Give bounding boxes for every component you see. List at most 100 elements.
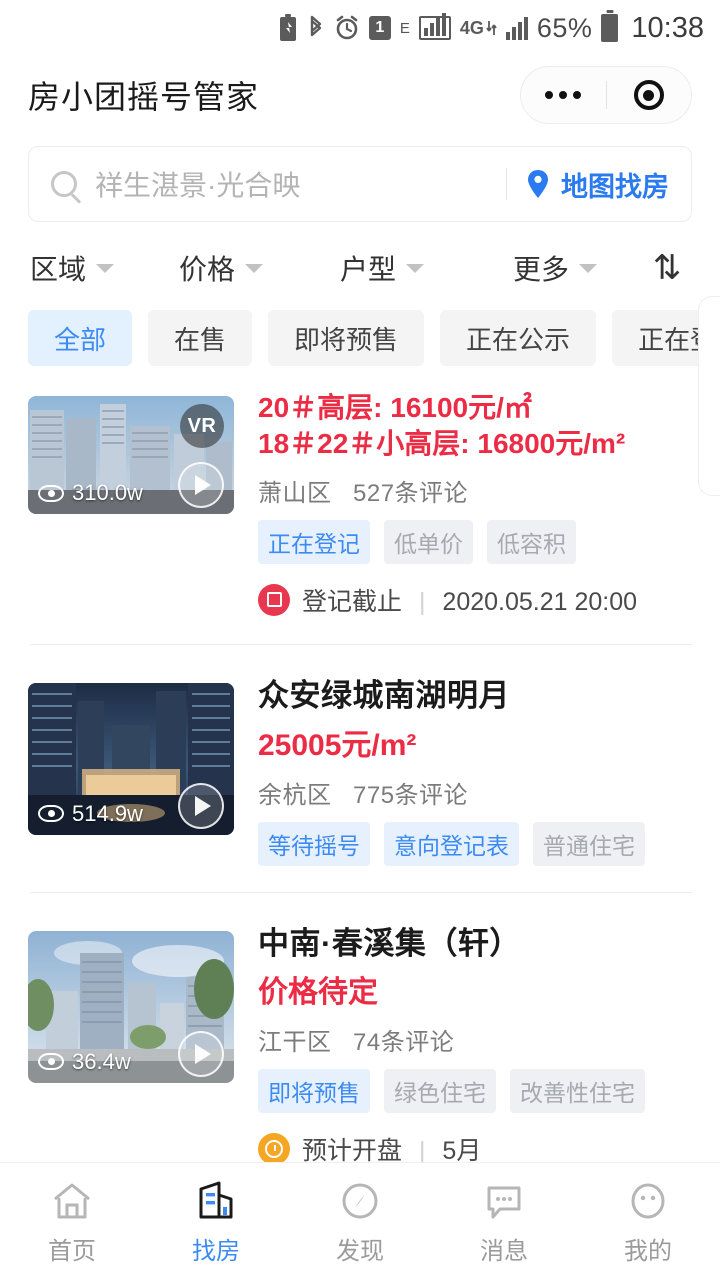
filter-more-label: 更多	[513, 254, 570, 285]
search-icon	[51, 171, 77, 197]
listing-price: 价格待定	[258, 976, 378, 1010]
tab-discover-label: 发现	[336, 1238, 384, 1265]
battery-saver-icon	[278, 14, 298, 42]
filter-bar: 区域 价格 户型 更多 ⇅	[0, 222, 720, 310]
page-title: 房小团摇号管家	[28, 79, 260, 115]
tab-discover[interactable]: 发现	[288, 1177, 432, 1266]
listing-price-line-1: 20＃高层: 16100元/㎡	[258, 392, 532, 423]
vr-badge[interactable]: VR	[180, 404, 224, 448]
sort-updown-icon[interactable]: ⇅	[638, 248, 696, 288]
listing-thumbnail[interactable]: 36.4w	[28, 930, 234, 1083]
tab-profile[interactable]: 我的	[576, 1177, 720, 1266]
filter-price[interactable]: 价格	[155, 248, 304, 288]
listing-name: 中南·春溪集（轩）	[258, 925, 521, 961]
filter-region-label: 区域	[30, 254, 87, 285]
listing-tag-row: 即将预售 绿色住宅 改善性住宅	[258, 1069, 692, 1114]
ellipsis-icon	[545, 91, 582, 99]
chip-publicizing[interactable]: 正在公示	[440, 310, 597, 366]
chip-presale-soon[interactable]: 即将预售	[268, 310, 425, 366]
registration-deadline-icon	[258, 583, 290, 616]
list-item[interactable]: 36.4w 中南·春溪集（轩） 价格待定 江干区 74条评论 即将预售 绿色住宅…	[0, 919, 720, 1168]
app-screen: 1 E 4G 65% 10:38 房小团摇号管家 祥生湛景·光合映 地图找房 区…	[0, 0, 720, 1280]
home-icon	[51, 1177, 93, 1221]
tab-home-label: 首页	[48, 1238, 96, 1265]
search-bar[interactable]: 祥生湛景·光合映 地图找房	[28, 146, 692, 222]
listing-note-text: 登记截止 | 2020.05.21 20:00	[302, 587, 638, 616]
list-item[interactable]: VR 310.0w 20＃高层: 16100元/㎡ 18＃22＃小高层: 168…	[0, 384, 720, 618]
filter-layout[interactable]: 户型	[304, 248, 465, 288]
chip-on-sale[interactable]: 在售	[148, 310, 253, 366]
listing-tag-row: 等待摇号 意向登记表 普通住宅	[258, 821, 692, 866]
tab-profile-label: 我的	[624, 1238, 672, 1265]
view-count-label: 36.4w	[72, 1048, 131, 1074]
listing-info: 20＃高层: 16100元/㎡ 18＃22＃小高层: 16800元/m² 萧山区…	[234, 390, 692, 618]
bluetooth-icon	[307, 14, 325, 42]
chevron-down-icon	[245, 263, 264, 273]
eye-icon	[38, 484, 64, 502]
profile-icon	[628, 1177, 668, 1221]
sim1-icon: 1	[368, 16, 391, 40]
view-count-label: 310.0w	[72, 480, 143, 505]
tab-messages-label: 消息	[480, 1238, 528, 1265]
tab-find-house[interactable]: 找房	[144, 1177, 288, 1266]
app-header: 房小团摇号管家	[0, 56, 720, 134]
chip-all[interactable]: 全部	[28, 310, 133, 366]
listing-district: 江干区	[258, 1029, 332, 1057]
expected-opening-icon	[258, 1133, 290, 1166]
alarm-icon	[334, 15, 360, 41]
listing-thumbnail[interactable]: 514.9w	[28, 682, 234, 835]
miniprogram-capsule	[520, 66, 692, 124]
tab-messages[interactable]: 消息	[432, 1177, 576, 1266]
e-network-icon: E	[399, 19, 410, 37]
listing-meta: 江干区 74条评论	[258, 1022, 692, 1057]
list-divider	[30, 643, 692, 645]
4g-icon: 4G	[460, 17, 497, 39]
tab-home[interactable]: 首页	[0, 1177, 144, 1266]
listing-district: 萧山区	[258, 479, 332, 507]
listing-tag: 绿色住宅	[384, 1069, 496, 1114]
status-badge: 等待摇号	[258, 821, 370, 866]
map-search-button[interactable]: 地图找房	[525, 165, 669, 204]
map-pin-icon	[525, 169, 551, 199]
listing-tag: 改善性住宅	[510, 1069, 645, 1114]
tab-find-house-label: 找房	[192, 1238, 240, 1265]
listing-meta: 萧山区 527条评论	[258, 473, 692, 508]
eye-icon	[38, 1053, 64, 1071]
more-menu-button[interactable]	[521, 91, 606, 99]
list-divider	[30, 891, 692, 893]
battery-percent-label: 65%	[536, 12, 593, 43]
listing-note-label: 登记截止	[302, 587, 403, 616]
clock-label: 10:38	[631, 11, 704, 44]
listing-meta: 余杭区 775条评论	[258, 775, 692, 810]
list-item[interactable]: 514.9w 众安绿城南湖明月 25005元/m² 余杭区 775条评论 等待摇…	[0, 671, 720, 866]
search-section: 祥生湛景·光合映 地图找房	[0, 134, 720, 222]
view-count: 310.0w	[38, 480, 143, 506]
listing-price: 25005元/m²	[258, 728, 417, 762]
status-bar: 1 E 4G 65% 10:38	[0, 0, 720, 56]
view-count: 514.9w	[38, 801, 143, 827]
building-search-icon	[195, 1177, 237, 1221]
listing-comments: 527条评论	[353, 479, 469, 507]
search-input[interactable]: 祥生湛景·光合映	[95, 164, 488, 204]
play-button[interactable]	[178, 462, 224, 508]
filter-more[interactable]: 更多	[465, 248, 638, 288]
chevron-down-icon	[579, 263, 598, 273]
filter-layout-label: 户型	[340, 254, 397, 285]
listing-district: 余杭区	[258, 781, 332, 809]
filter-region[interactable]: 区域	[24, 248, 155, 288]
search-divider	[506, 168, 507, 200]
listing-note-value: 2020.05.21 20:00	[442, 587, 638, 616]
listing-list: VR 310.0w 20＃高层: 16100元/㎡ 18＃22＃小高层: 168…	[0, 384, 720, 1195]
status-badge: 正在登记	[258, 519, 370, 564]
play-button[interactable]	[178, 782, 224, 829]
view-count: 36.4w	[38, 1049, 131, 1075]
listing-tag: 普通住宅	[533, 821, 645, 866]
battery-icon	[601, 14, 619, 42]
filter-price-label: 价格	[179, 254, 236, 285]
compass-icon	[340, 1177, 380, 1221]
close-miniprogram-button[interactable]	[607, 80, 692, 110]
play-button[interactable]	[178, 1030, 224, 1077]
listing-tag: 低单价	[384, 519, 473, 564]
listing-tag-row: 正在登记 低单价 低容积	[258, 519, 692, 564]
listing-thumbnail[interactable]: VR 310.0w	[28, 396, 234, 514]
